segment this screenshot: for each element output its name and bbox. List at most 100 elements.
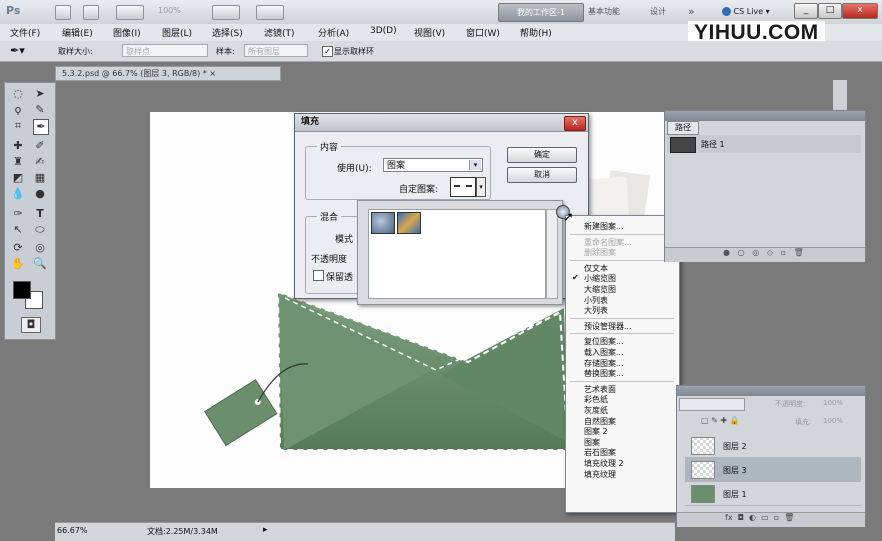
pattern-bubbles-icon[interactable] [371,212,395,234]
layer-row[interactable]: 图层 1 [685,482,861,506]
preserve-transparency-checkbox[interactable] [313,270,324,281]
menu-item[interactable]: 艺术表面 [584,384,616,395]
menu-item[interactable]: 填充纹理 2 [584,458,624,469]
document-tab[interactable]: 5.3.2.psd @ 66.7% (图层 3, RGB/8) * × [55,66,281,81]
menu-item[interactable]: 小列表 [584,295,608,306]
blur-tool-icon[interactable]: 💧 [11,187,25,201]
blend-mode-select[interactable] [679,398,745,411]
eyedropper-preset-icon[interactable]: ✒▾ [10,44,34,57]
menu-view[interactable]: 视图(V) [414,26,445,39]
sample-select[interactable]: 所有图层 [244,44,308,57]
clone-stamp-tool-icon[interactable]: ♜ [11,155,25,169]
pattern-scrollbar[interactable] [546,209,558,299]
menu-item[interactable]: 存储图案... [584,358,624,369]
menu-item[interactable]: 填充纹理 [584,469,616,480]
pen-tool-icon[interactable]: ✑ [11,207,25,221]
screen-mode-icon[interactable] [256,5,284,20]
pattern-tie-dye-icon[interactable] [397,212,421,234]
menu-item[interactable]: 图案 [584,437,600,448]
move-tool-icon[interactable]: ➤ [33,87,47,101]
panel-grip[interactable] [665,111,865,121]
foreground-color-swatch[interactable] [13,281,31,299]
lock-icons[interactable]: ▢ ✎ ✚ 🔒 [701,416,740,425]
menu-edit[interactable]: 编辑(E) [62,26,93,39]
paths-tab[interactable]: 路径 [667,121,699,135]
shape-tool-icon[interactable]: ⬭ [33,223,47,237]
path-selection-tool-icon[interactable]: ↖ [11,223,25,237]
menu-item[interactable]: 大缩览图 [584,284,616,295]
type-tool-icon[interactable]: T [33,207,47,221]
menu-item[interactable]: 小缩览图 [584,273,616,284]
menu-window[interactable]: 窗口(W) [466,26,500,39]
3d-camera-tool-icon[interactable]: ◎ [33,241,47,255]
menu-item[interactable]: 预设管理器... [584,321,632,332]
menu-select[interactable]: 选择(S) [212,26,243,39]
menu-help[interactable]: 帮助(H) [520,26,552,39]
menu-analysis[interactable]: 分析(A) [318,26,349,39]
menu-3d[interactable]: 3D(D) [370,26,397,36]
workspace-essentials[interactable]: 基本功能 [582,3,626,20]
lasso-tool-icon[interactable]: ϙ [11,103,25,117]
zoom-readout[interactable]: 66.67% [57,526,88,535]
zoom-level[interactable]: 100% [158,6,181,15]
cancel-button[interactable]: 取消 [507,167,577,183]
menu-item[interactable]: 新建图案... [584,221,624,232]
pattern-picker-arrow-icon[interactable]: ▾ [476,177,486,197]
layer-opacity-value[interactable]: 100% [823,399,843,407]
marquee-tool-icon[interactable]: ◌ [11,87,25,101]
eyedropper-tool-icon[interactable]: ✒ [33,119,49,135]
bridge-icon[interactable] [55,5,71,20]
menu-image[interactable]: 图像(I) [113,26,141,39]
menu-file[interactable]: 文件(F) [10,26,40,39]
menu-item[interactable]: 载入图案... [584,347,624,358]
layers-footer-icons[interactable]: fx ◘ ◐ ▭ ▫ 🗑 [677,512,865,527]
layer-row[interactable]: 图层 2 [685,434,861,458]
crop-tool-icon[interactable]: ⌗ [11,119,25,133]
path-row[interactable]: 路径 1 [667,135,861,153]
brush-tool-icon[interactable]: ✐ [33,139,47,153]
menu-item[interactable]: 大列表 [584,305,608,316]
workspace-active[interactable]: 我的工作区-1 [498,3,584,22]
menu-item[interactable]: 岩石图案 [584,447,616,458]
custom-pattern-swatch[interactable] [450,177,476,197]
layers-panel-grip[interactable] [677,386,865,396]
menu-item[interactable]: 图案 2 [584,426,608,437]
mini-bridge-icon[interactable] [83,5,99,20]
minimize-button[interactable]: _ [794,3,818,19]
scrollbar[interactable] [833,80,847,110]
ok-button[interactable]: 确定 [507,147,577,163]
eraser-tool-icon[interactable]: ◩ [11,171,25,185]
sample-size-select[interactable]: 取样点 [122,44,208,57]
use-select[interactable]: 图案 ▾ [383,158,483,172]
cs-live-button[interactable]: CS Live ▾ [722,4,786,19]
zoom-tool-icon[interactable]: 🔍 [33,257,47,271]
status-menu-arrow-icon[interactable]: ▸ [263,525,268,535]
dialog-title-bar[interactable]: 填充 [295,114,588,132]
layer-row-selected[interactable]: 图层 3 [685,458,861,482]
3d-rotate-tool-icon[interactable]: ⟳ [11,241,25,255]
arrange-documents-icon[interactable] [212,5,240,20]
menu-item[interactable]: 替换图案... [584,368,624,379]
menu-item[interactable]: 灰度纸 [584,405,608,416]
history-brush-tool-icon[interactable]: ✍ [33,155,47,169]
dialog-close-button[interactable]: x [564,116,586,131]
healing-brush-tool-icon[interactable]: ✚ [11,139,25,153]
menu-item[interactable]: 自然图案 [584,416,616,427]
layer-fill-value[interactable]: 100% [823,417,843,425]
menu-item[interactable]: 复位图案... [584,336,624,347]
quick-select-tool-icon[interactable]: ✎ [33,103,47,117]
view-extras-icon[interactable] [116,5,144,20]
menu-item[interactable]: 仅文本 [584,263,608,274]
gradient-tool-icon[interactable]: ▦ [33,171,47,185]
paths-footer-icons[interactable]: ● ○ ◎ ◇ ▫ 🗑 [665,247,865,262]
dodge-tool-icon[interactable]: ● [33,187,47,201]
more-workspaces-icon[interactable]: » [682,3,701,20]
close-window-button[interactable]: x [842,3,878,19]
show-ring-checkbox[interactable]: ✓ [322,46,333,57]
hand-tool-icon[interactable]: ✋ [11,257,25,271]
workspace-design[interactable]: 设计 [644,3,672,20]
menu-filter[interactable]: 滤镜(T) [264,26,295,39]
restore-button[interactable]: □ [818,3,842,19]
menu-layer[interactable]: 图层(L) [162,26,192,39]
quick-mask-icon[interactable]: ◘ [21,317,41,333]
